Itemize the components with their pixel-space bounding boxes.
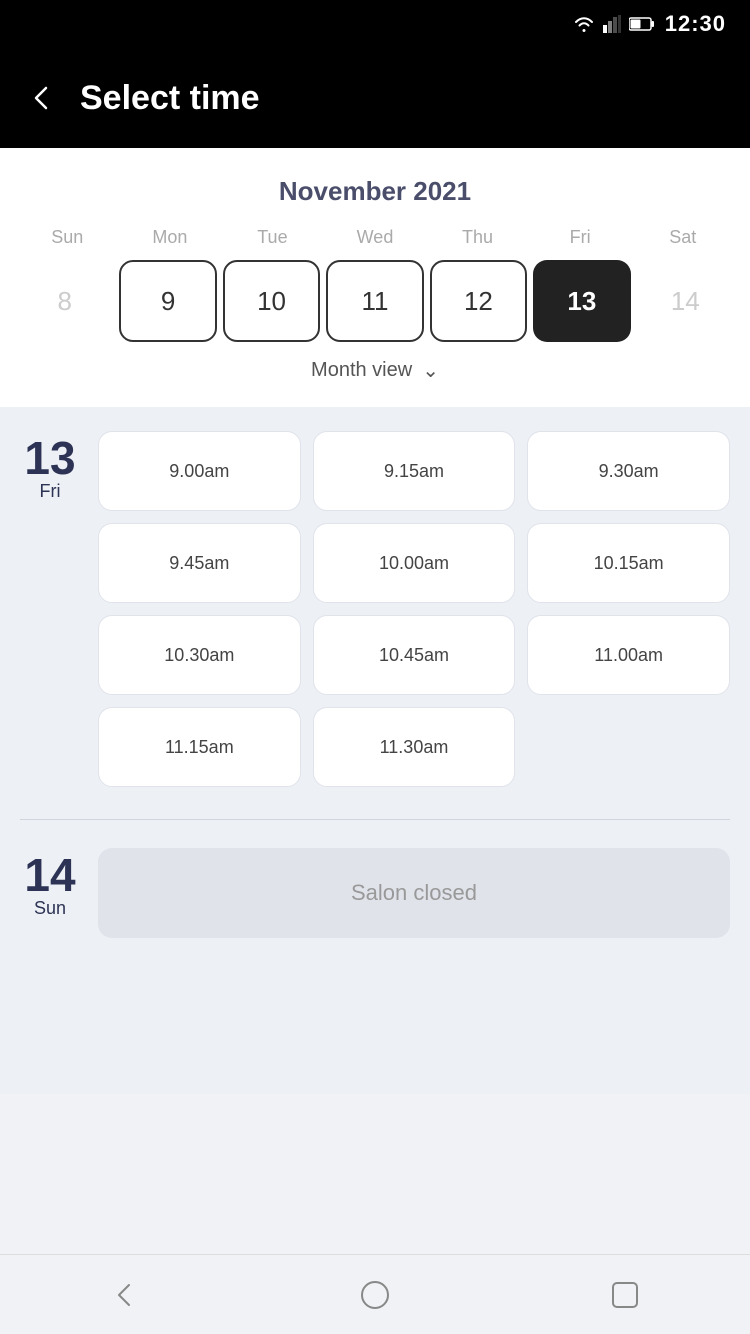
weekdays-row: Sun Mon Tue Wed Thu Fri Sat (16, 227, 734, 248)
date-9[interactable]: 9 (119, 260, 216, 342)
date-12[interactable]: 12 (430, 260, 527, 342)
weekday-thu: Thu (426, 227, 529, 248)
slot-1045am[interactable]: 10.45am (313, 615, 516, 695)
slot-1015am[interactable]: 10.15am (527, 523, 730, 603)
nav-bar (0, 1254, 750, 1334)
wifi-icon (573, 15, 595, 33)
nav-home-button[interactable] (345, 1265, 405, 1325)
date-10[interactable]: 10 (223, 260, 320, 342)
day-name-13: Fri (40, 481, 61, 502)
date-8: 8 (16, 260, 113, 342)
status-bar: 12:30 (0, 0, 750, 48)
day-section-13: 13 Fri 9.00am 9.15am 9.30am 9.45am 10.00… (20, 431, 730, 787)
signal-icon (603, 15, 621, 33)
slot-1030am[interactable]: 10.30am (98, 615, 301, 695)
status-time: 12:30 (665, 11, 726, 37)
divider (20, 819, 730, 820)
battery-icon (629, 17, 655, 31)
weekday-tue: Tue (221, 227, 324, 248)
weekday-wed: Wed (324, 227, 427, 248)
slot-1000am[interactable]: 10.00am (313, 523, 516, 603)
slot-915am[interactable]: 9.15am (313, 431, 516, 511)
day-name-14: Sun (34, 898, 66, 919)
month-year-label: November 2021 (16, 176, 734, 207)
dates-row: 8 9 10 11 12 13 14 (16, 260, 734, 342)
slot-900am[interactable]: 9.00am (98, 431, 301, 511)
slot-945am[interactable]: 9.45am (98, 523, 301, 603)
back-button[interactable] (28, 84, 56, 112)
weekday-sat: Sat (631, 227, 734, 248)
date-14: 14 (637, 260, 734, 342)
slot-1130am[interactable]: 11.30am (313, 707, 516, 787)
month-view-label: Month view (311, 359, 412, 382)
day-number-14: 14 (24, 852, 75, 898)
nav-recent-button[interactable] (595, 1265, 655, 1325)
page-title: Select time (80, 79, 260, 118)
nav-back-button[interactable] (95, 1265, 155, 1325)
month-view-toggle[interactable]: Month view ⌄ (16, 342, 734, 391)
slots-container: 13 Fri 9.00am 9.15am 9.30am 9.45am 10.00… (0, 407, 750, 1094)
app-header: Select time (0, 48, 750, 148)
day-section-14: 14 Sun Salon closed (20, 848, 730, 938)
calendar-section: November 2021 Sun Mon Tue Wed Thu Fri Sa… (0, 148, 750, 407)
chevron-down-icon: ⌄ (422, 358, 439, 383)
slots-grid-13: 9.00am 9.15am 9.30am 9.45am 10.00am 10.1… (98, 431, 730, 787)
closed-container: Salon closed (98, 848, 730, 938)
date-11[interactable]: 11 (326, 260, 423, 342)
slot-930am[interactable]: 9.30am (527, 431, 730, 511)
day-label-14: 14 Sun (20, 848, 80, 938)
day-label-13: 13 Fri (20, 431, 80, 787)
slot-1100am[interactable]: 11.00am (527, 615, 730, 695)
salon-closed-label: Salon closed (98, 848, 730, 938)
weekday-mon: Mon (119, 227, 222, 248)
weekday-sun: Sun (16, 227, 119, 248)
status-icons (573, 15, 655, 33)
date-13[interactable]: 13 (533, 260, 630, 342)
weekday-fri: Fri (529, 227, 632, 248)
slot-1115am[interactable]: 11.15am (98, 707, 301, 787)
day-number-13: 13 (24, 435, 75, 481)
